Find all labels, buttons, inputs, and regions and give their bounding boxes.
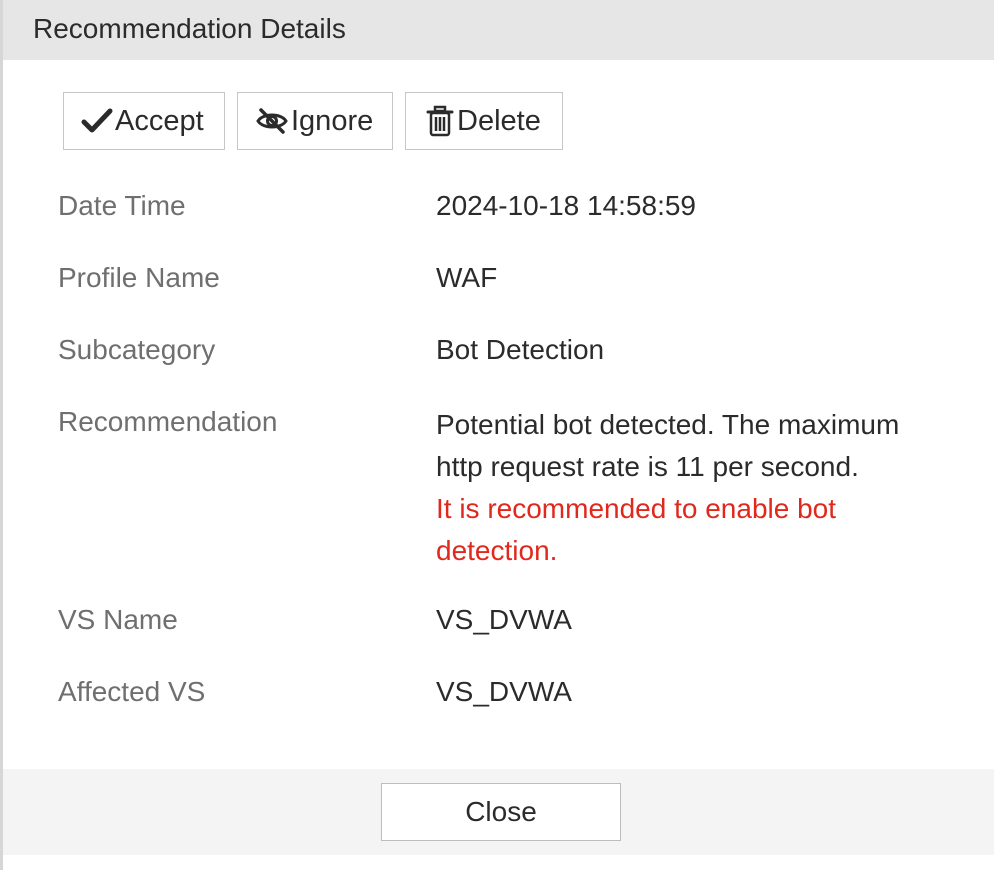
accept-button[interactable]: Accept — [63, 92, 225, 150]
recommendation-details-dialog: Recommendation Details Accept Ignore Del… — [0, 0, 994, 870]
profile-name-label: Profile Name — [58, 262, 220, 293]
recommendation-warning-line: detection. — [436, 535, 558, 566]
date-time-label: Date Time — [58, 190, 186, 221]
recommendation-line: Potential bot detected. The maximum — [436, 409, 900, 440]
recommendation-label: Recommendation — [58, 406, 278, 437]
subcategory-value: Bot Detection — [436, 334, 605, 365]
recommendation-warning-line: It is recommended to enable bot — [436, 493, 837, 524]
recommendation-line: http request rate is 11 per second. — [436, 451, 859, 482]
ignore-label: Ignore — [291, 104, 374, 137]
trash-icon — [425, 105, 455, 137]
eye-slash-icon — [255, 107, 289, 135]
accept-label: Accept — [115, 104, 204, 137]
profile-name-value: WAF — [436, 262, 498, 293]
ignore-button[interactable]: Ignore — [237, 92, 393, 150]
subcategory-label: Subcategory — [58, 334, 216, 365]
vs-name-label: VS Name — [58, 604, 178, 635]
dialog-footer: Close — [3, 769, 994, 855]
recommendation-value: Potential bot detected. The maximum http… — [436, 404, 956, 572]
close-button[interactable]: Close — [381, 783, 621, 841]
affected-vs-label: Affected VS — [58, 676, 206, 707]
date-time-value: 2024-10-18 14:58:59 — [436, 190, 696, 221]
vs-name-value: VS_DVWA — [436, 604, 572, 635]
delete-button[interactable]: Delete — [405, 92, 563, 150]
dialog-titlebar: Recommendation Details — [3, 0, 994, 60]
affected-vs-value: VS_DVWA — [436, 676, 572, 707]
delete-label: Delete — [457, 104, 541, 137]
check-icon — [81, 107, 113, 135]
dialog-title: Recommendation Details — [33, 13, 346, 44]
